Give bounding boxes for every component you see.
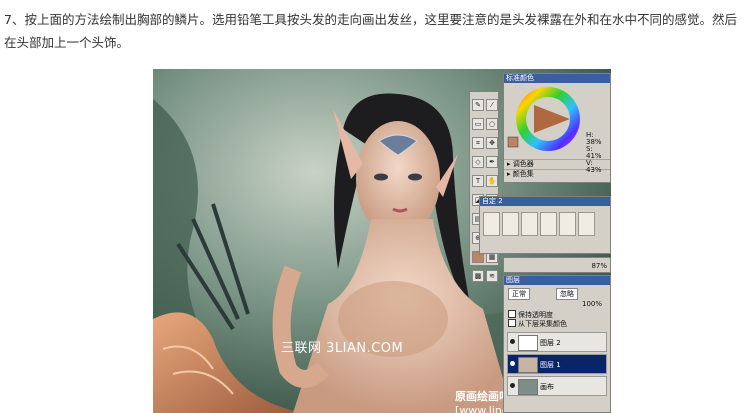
layer-row-selected[interactable]: 图层 1 <box>507 354 607 374</box>
layer-thumbnail <box>518 335 538 351</box>
preserve-transparency-label: 保持透明度 <box>518 311 553 319</box>
value-value: V: 43% <box>586 159 602 174</box>
composite-depth-select[interactable]: 忽略 <box>556 288 578 300</box>
move-icon[interactable]: ✥ <box>486 137 498 149</box>
colors-panel-title: 标准颜色 <box>504 74 610 83</box>
color-readout: H: 38% S: 41% V: 43% <box>586 132 610 174</box>
brush-variant-icon[interactable] <box>559 212 576 236</box>
saturation-value: S: 41% <box>586 145 602 160</box>
brush-size-strip[interactable]: 87% <box>503 257 611 273</box>
pick-up-color-label: 从下层采集颜色 <box>518 320 567 328</box>
rect-select-icon[interactable]: ▭ <box>472 118 484 130</box>
brush-variant-icon[interactable] <box>521 212 538 236</box>
layer-thumbnail <box>518 379 538 395</box>
pen-icon[interactable]: ✒ <box>486 156 498 168</box>
eye-icon[interactable] <box>510 383 515 388</box>
brush-panel: 自定 2 <box>479 196 611 254</box>
credit-name: 原画绘画吧 <box>455 390 510 403</box>
brush-variant-icon[interactable] <box>502 212 519 236</box>
layer-name: 图层 1 <box>540 361 561 369</box>
text-icon[interactable]: T <box>472 175 484 187</box>
composite-method-select[interactable]: 正常 <box>508 288 530 300</box>
brush-tool-icon[interactable]: ✎ <box>472 99 484 111</box>
site-watermark: 三联网 3LIAN.COM <box>281 341 404 356</box>
checkbox[interactable] <box>508 310 516 318</box>
layers-panel: 图层 正常 忽略 100% 保持透明度 从下层采集颜色 图层 2 图层 1 画布 <box>503 275 611 413</box>
opacity-value[interactable]: 100% <box>582 300 602 308</box>
layer-name: 图层 2 <box>540 339 561 347</box>
brush-panel-title: 自定 2 <box>480 197 610 206</box>
lasso-icon[interactable]: ○ <box>486 118 498 130</box>
hue-value: H: 38% <box>586 131 602 146</box>
strip-value: 87% <box>591 262 607 270</box>
layers-panel-title: 图层 <box>504 276 610 285</box>
article-paragraph: 7、按上面的方法绘制出胸部的鳞片。选用铅笔工具按头发的走向画出发丝，这里要注意的… <box>4 12 737 50</box>
tutorial-figure: 三联网 3LIAN.COM 原画绘画吧 [www.linecg.com/tieb… <box>153 69 611 413</box>
brush-variant-icon[interactable] <box>483 212 500 236</box>
eye-icon[interactable] <box>510 339 515 344</box>
dropper-tool-icon[interactable]: ⁄ <box>486 99 498 111</box>
brush-variant-icon[interactable] <box>540 212 557 236</box>
nozzle-icon[interactable]: ≋ <box>486 270 498 282</box>
hand-icon[interactable]: ✋ <box>486 175 498 187</box>
layer-name: 画布 <box>540 383 554 391</box>
mixer-label: 调色器 <box>512 160 534 168</box>
layer-row[interactable]: 图层 2 <box>507 332 607 352</box>
crop-icon[interactable]: ⌗ <box>472 137 484 149</box>
layer-thumbnail <box>518 357 538 373</box>
colors-panel: 标准颜色 H: 38% S: 41% V: 43% ▸ 调色器 ▸ 颜色集 <box>503 73 611 183</box>
shape-icon[interactable]: ◇ <box>472 156 484 168</box>
layer-row[interactable]: 画布 <box>507 376 607 396</box>
checkbox[interactable] <box>508 319 516 327</box>
pattern-icon[interactable]: ▩ <box>472 270 484 282</box>
eye-icon[interactable] <box>510 361 515 366</box>
pick-up-color-option[interactable]: 从下层采集颜色 <box>508 319 567 329</box>
brush-variant-icon[interactable] <box>578 212 595 236</box>
color-set-label: 颜色集 <box>512 170 534 178</box>
